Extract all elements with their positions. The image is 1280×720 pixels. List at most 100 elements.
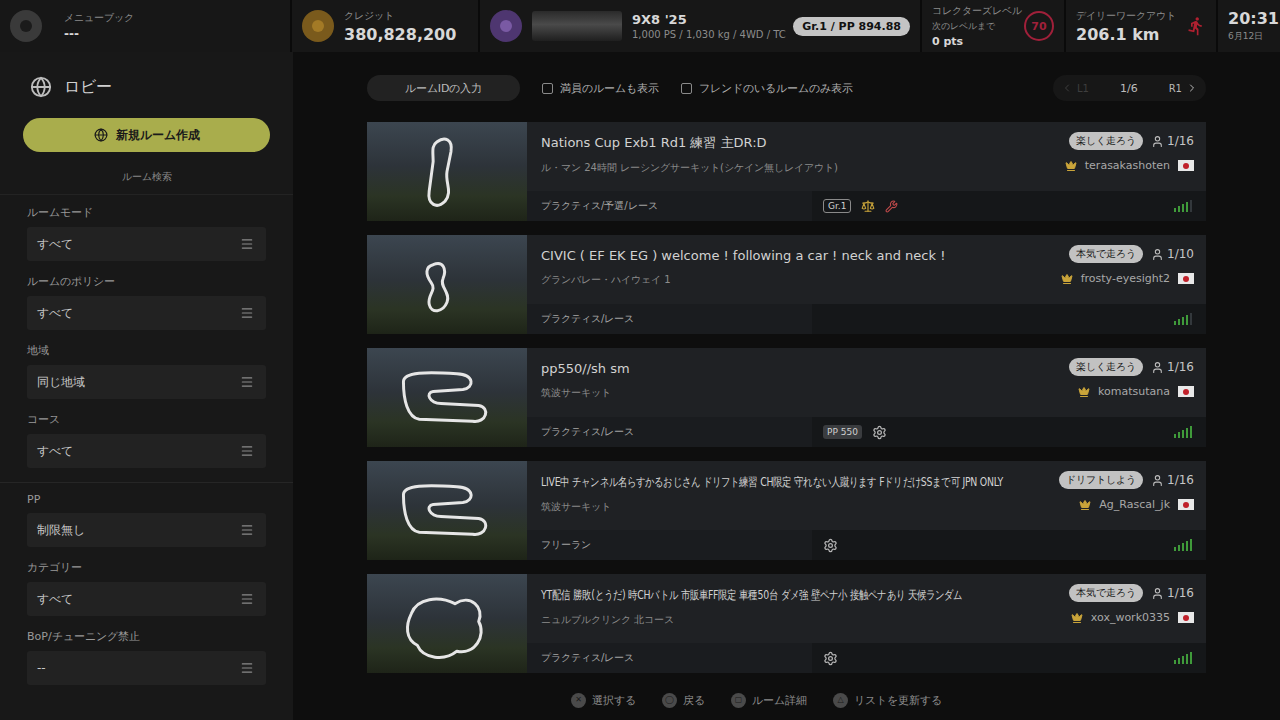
filter-label: ルームのポリシー: [27, 274, 266, 289]
list-icon: [240, 306, 254, 320]
policy-badge: ドリフトしよう: [1059, 471, 1143, 489]
room-id-button[interactable]: ルームIDの入力: [367, 75, 520, 101]
crown-icon: [1065, 160, 1077, 172]
collector-sublabel: 次のレベルまで: [932, 20, 1014, 33]
garage-icon: [490, 10, 522, 42]
filter-label: ルームモード: [27, 205, 266, 220]
menu-book-label: メニューブック: [64, 11, 134, 25]
room-footer: プラクティス/レースPP 550: [527, 417, 1206, 447]
no-tuning-wrench-icon: [885, 200, 898, 213]
japan-flag-icon: [1178, 499, 1194, 510]
host-row: Ag_Rascal_jk: [1079, 498, 1194, 511]
room-footer: フリーラン: [527, 530, 1206, 560]
filter-select[interactable]: すべて: [27, 582, 266, 616]
crown-icon: [1079, 499, 1091, 511]
filter-label: PP: [27, 493, 266, 506]
clock-section: 20:31 6月12日: [1218, 0, 1280, 52]
filter-select[interactable]: すべて: [27, 296, 266, 330]
room-info: LIVE中 チャンネル名らすかるおじさん ドリフト練習 CH限定 守れない人蹴り…: [527, 461, 1206, 560]
create-room-button[interactable]: 新規ルーム作成: [23, 118, 270, 152]
filter-select[interactable]: すべて: [27, 434, 266, 468]
host-name: komatsutana: [1098, 385, 1170, 398]
course-name: グランバレー・ハイウェイ 1: [541, 273, 1032, 287]
settings-gear-icon: [823, 651, 838, 666]
collector-label: コレクターズレベル: [932, 4, 1014, 18]
player-count: 1/16: [1151, 360, 1194, 374]
menu-book-section[interactable]: メニューブック---: [0, 0, 290, 52]
track-map-icon: [367, 348, 527, 447]
room-footer: プラクティス/レース: [527, 304, 1206, 334]
room-text: LIVE中 チャンネル名らすかるおじさん ドリフト練習 CH限定 守れない人蹴り…: [541, 471, 1032, 522]
car-specs: 1,000 PS / 1,030 kg / 4WD / TC: [632, 29, 783, 40]
bop-scale-icon: [861, 199, 875, 213]
pager-prev[interactable]: L1: [1061, 82, 1089, 94]
collector-section: コレクターズレベル次のレベルまで0 pts70: [922, 0, 1064, 52]
filter-select[interactable]: --: [27, 651, 266, 685]
user-icon: [1151, 248, 1164, 261]
filter: カテゴリーすべて: [27, 560, 266, 616]
list-icon: [240, 592, 254, 606]
room-meta: 楽しく走ろう1/16terasakashoten: [1044, 132, 1194, 183]
filter-select[interactable]: 制限無し: [27, 513, 266, 547]
filter: 地域同じ地域: [27, 343, 266, 399]
room-card[interactable]: CIVIC ( EF EK EG ) welcome ! following a…: [367, 235, 1206, 334]
list-icon: [240, 237, 254, 251]
policy-row: 楽しく走ろう1/16: [1069, 358, 1194, 376]
list-icon: [240, 375, 254, 389]
policy-row: 本気で走ろう1/10: [1069, 245, 1194, 263]
room-search-title: ルーム検索: [0, 152, 293, 195]
track-map-icon: [367, 574, 527, 673]
room-header: Nations Cup Exb1 Rd1 練習 主DR:Dル・マン 24時間 レ…: [527, 122, 1206, 191]
course-thumbnail: [367, 574, 527, 673]
course-thumbnail: [367, 348, 527, 447]
checkbox-box[interactable]: [542, 83, 553, 94]
room-meta: 楽しく走ろう1/16 komatsutana: [1044, 358, 1194, 409]
body: ロビー新規ルーム作成ルーム検索ルームモードすべてルームのポリシーすべて地域同じ地…: [0, 52, 1280, 720]
japan-flag-icon: [1178, 273, 1194, 284]
track-map-icon: [367, 122, 527, 221]
filter-select[interactable]: すべて: [27, 227, 266, 261]
room-card[interactable]: pp550//sh sm筑波サーキット楽しく走ろう1/16komatsutana…: [367, 348, 1206, 447]
toolbar: ルームIDの入力満員のルームも表示フレンドのいるルームのみ表示L11/6R1: [367, 74, 1206, 102]
host-row: terasakashoten: [1065, 159, 1194, 172]
room-meta: 本気で走ろう1/10frosty-eyesight2: [1044, 245, 1194, 296]
crown-icon: [1071, 612, 1083, 624]
filter-checkbox[interactable]: フレンドのいるルームのみ表示: [681, 81, 853, 96]
top-bar: メニューブック---クレジット380,828,2009X8 '251,000 P…: [0, 0, 1280, 52]
list-icon: [240, 444, 254, 458]
course-thumbnail: [367, 461, 527, 560]
room-card[interactable]: YT配信 勝敗(とうだ) 時CHバトル 市販車FF限定 車種50台 ダメ強 壁ペ…: [367, 574, 1206, 673]
room-list: Nations Cup Exb1 Rd1 練習 主DR:Dル・マン 24時間 レ…: [367, 102, 1206, 680]
clock-time: 20:31: [1228, 9, 1270, 28]
policy-badge: 本気で走ろう: [1069, 584, 1143, 602]
filter-group: ルームモードすべてルームのポリシーすべて地域同じ地域コースすべて: [0, 195, 293, 483]
room-mode: フリーラン: [527, 530, 812, 560]
host-row: xox_work0335: [1071, 611, 1194, 624]
room-card[interactable]: Nations Cup Exb1 Rd1 練習 主DR:Dル・マン 24時間 レ…: [367, 122, 1206, 221]
japan-flag-icon: [1178, 612, 1194, 623]
course-name: ニュルブルクリンク 北コース: [541, 613, 1032, 627]
room-text: YT配信 勝敗(とうだ) 時CHバトル 市販車FF限定 車種50台 ダメ強 壁ペ…: [541, 584, 1032, 635]
lobby-title: ロビー: [0, 72, 293, 102]
filter-select[interactable]: 同じ地域: [27, 365, 266, 399]
room-info: pp550//sh sm筑波サーキット楽しく走ろう1/16komatsutana…: [527, 348, 1206, 447]
button-hints: ✕選択する◯戻る▢ルーム詳細△リストを更新する: [367, 680, 1206, 720]
filter-checkbox[interactable]: 満員のルームも表示: [542, 81, 659, 96]
filter: ルームモードすべて: [27, 205, 266, 261]
credits-value: 380,828,200: [344, 25, 456, 44]
room-tags: [812, 530, 1160, 560]
room-area: ルームIDの入力満員のルームも表示フレンドのいるルームのみ表示L11/6R1Na…: [293, 52, 1280, 720]
clock-date: 6月12日: [1228, 30, 1270, 43]
host-name: Ag_Rascal_jk: [1099, 498, 1170, 511]
car-section[interactable]: 9X8 '251,000 PS / 1,030 kg / 4WD / TCGr.…: [480, 0, 920, 52]
crown-icon: [1078, 386, 1090, 398]
controller-button-icon: △: [833, 693, 848, 708]
pager-next[interactable]: R1: [1169, 82, 1198, 94]
filter: ルームのポリシーすべて: [27, 274, 266, 330]
checkbox-box[interactable]: [681, 83, 692, 94]
room-card[interactable]: LIVE中 チャンネル名らすかるおじさん ドリフト練習 CH限定 守れない人蹴り…: [367, 461, 1206, 560]
car-image: [532, 11, 622, 41]
room-footer: プラクティス/予選/レースGr.1: [527, 191, 1206, 221]
globe-icon: [30, 76, 52, 98]
filter-label: カテゴリー: [27, 560, 266, 575]
